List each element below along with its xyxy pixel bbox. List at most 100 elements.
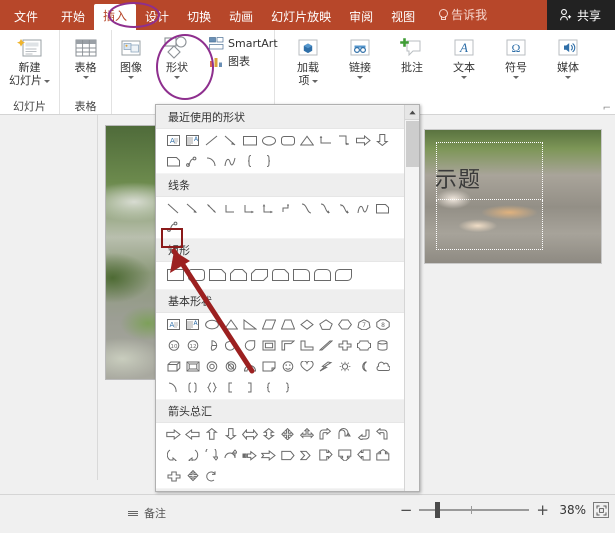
shape-notched-right-arrow[interactable] bbox=[259, 446, 278, 464]
shape-block-arc[interactable] bbox=[240, 357, 259, 375]
shape-snip-diagonal-corner-rectangle[interactable] bbox=[249, 266, 270, 284]
shape-oval[interactable] bbox=[259, 131, 278, 149]
shape-quad-arrow-callout[interactable] bbox=[183, 467, 202, 485]
chevron-down-icon[interactable] bbox=[461, 76, 467, 79]
shape-isosceles-triangle[interactable] bbox=[297, 131, 316, 149]
shape-up-down-arrow[interactable] bbox=[259, 425, 278, 443]
shape-bent-up-arrow[interactable] bbox=[373, 425, 392, 443]
shapes-row[interactable]: A A 7 8 bbox=[156, 313, 404, 336]
tab-insert[interactable]: 插入 bbox=[94, 4, 137, 30]
shape-sun[interactable] bbox=[335, 357, 354, 375]
shape-round-single-corner-rectangle[interactable] bbox=[291, 266, 312, 284]
tab-slideshow[interactable]: 幻灯片放映 bbox=[262, 5, 340, 30]
symbol-button[interactable]: Ω 符号 bbox=[493, 33, 539, 79]
shape-chevron[interactable] bbox=[297, 446, 316, 464]
shape-oval[interactable] bbox=[202, 315, 221, 333]
shape-cube[interactable] bbox=[164, 357, 183, 375]
shape-line[interactable] bbox=[164, 199, 183, 217]
shape-curved-connector-double-arrow[interactable] bbox=[335, 199, 354, 217]
shape-curved-down-arrow[interactable] bbox=[221, 446, 240, 464]
shape-rounded-rectangle[interactable] bbox=[278, 131, 297, 149]
chevron-down-icon[interactable] bbox=[174, 76, 180, 79]
shape-bevel[interactable] bbox=[183, 357, 202, 375]
shape-l-shape[interactable] bbox=[297, 336, 316, 354]
chevron-down-icon[interactable] bbox=[513, 76, 519, 79]
shape-curved-connector-arrow[interactable] bbox=[316, 199, 335, 217]
shape-right-arrow[interactable] bbox=[354, 131, 373, 149]
chevron-down-icon[interactable] bbox=[311, 80, 318, 83]
shape-down-arrow[interactable] bbox=[373, 131, 392, 149]
shape-double-bracket[interactable] bbox=[183, 378, 202, 396]
shape-round-same-side-corner-rectangle[interactable] bbox=[312, 266, 333, 284]
shape-curved-left-arrow[interactable] bbox=[183, 446, 202, 464]
shape-line-double-arrow[interactable] bbox=[202, 199, 221, 217]
shape-line-arrow[interactable] bbox=[183, 199, 202, 217]
shape-curved-connector-2[interactable] bbox=[297, 199, 316, 217]
shape-left-right-up-arrow[interactable] bbox=[297, 425, 316, 443]
share-button[interactable]: 共享 bbox=[546, 0, 615, 30]
shape-elbow-connector[interactable] bbox=[316, 131, 335, 149]
chart-button[interactable]: 图表 bbox=[209, 53, 278, 69]
notes-icon[interactable] bbox=[128, 510, 138, 516]
shape-down-arrow[interactable] bbox=[221, 425, 240, 443]
shapes-row[interactable]: 10 12 bbox=[156, 336, 404, 357]
shapes-row[interactable] bbox=[156, 423, 404, 446]
shape-lightning-bolt[interactable] bbox=[316, 357, 335, 375]
shape-line[interactable] bbox=[202, 131, 221, 149]
tab-file[interactable]: 文件 bbox=[0, 5, 52, 30]
shapes-row[interactable] bbox=[156, 446, 404, 467]
shape-text-box[interactable]: A bbox=[164, 315, 183, 333]
shape-rounded-rectangle[interactable] bbox=[186, 266, 207, 284]
tab-review[interactable]: 审阅 bbox=[340, 5, 382, 30]
shape-connector-elbow-arrow[interactable] bbox=[240, 199, 259, 217]
shape-parallelogram[interactable] bbox=[259, 315, 278, 333]
zoom-slider[interactable] bbox=[419, 502, 530, 518]
shape-no-symbol[interactable] bbox=[221, 357, 240, 375]
shape-double-brace[interactable] bbox=[202, 378, 221, 396]
slide-canvas[interactable]: 示题 bbox=[424, 129, 602, 264]
shapes-row[interactable] bbox=[156, 357, 404, 378]
comment-button[interactable]: 批注 bbox=[389, 33, 435, 74]
shape-right-brace[interactable] bbox=[259, 152, 278, 170]
shape-quad-arrow[interactable] bbox=[278, 425, 297, 443]
shape-rectangle-selected[interactable] bbox=[165, 266, 186, 284]
zoom-out-button[interactable]: − bbox=[400, 503, 413, 518]
shape-circular-arrow[interactable] bbox=[202, 467, 221, 485]
shape-dodecagon[interactable]: 12 bbox=[183, 336, 202, 354]
shape-connector-elbow[interactable] bbox=[221, 199, 240, 217]
tab-animations[interactable]: 动画 bbox=[220, 5, 262, 30]
shape-heart[interactable] bbox=[297, 357, 316, 375]
shape-diamond[interactable] bbox=[297, 315, 316, 333]
shape-freeform[interactable] bbox=[373, 199, 392, 217]
chevron-down-icon[interactable] bbox=[128, 76, 134, 79]
shape-up-arrow[interactable] bbox=[202, 425, 221, 443]
shape-snip-same-side-corner-rectangle[interactable] bbox=[228, 266, 249, 284]
shape-pentagon[interactable] bbox=[316, 315, 335, 333]
shape-right-arrow-callout[interactable] bbox=[316, 446, 335, 464]
shape-vertical-text-box[interactable]: A bbox=[183, 131, 202, 149]
shape-cross-arrow[interactable] bbox=[164, 467, 183, 485]
shape-round-diagonal-corner-rectangle[interactable] bbox=[333, 266, 354, 284]
chevron-down-icon[interactable] bbox=[357, 76, 363, 79]
scrollbar-thumb[interactable] bbox=[406, 121, 419, 167]
shape-right-arrow[interactable] bbox=[164, 425, 183, 443]
shapes-dropdown-scrollbar[interactable] bbox=[404, 105, 419, 491]
shape-left-arrow[interactable] bbox=[183, 425, 202, 443]
tab-design[interactable]: 设计 bbox=[136, 5, 178, 30]
shapes-row[interactable] bbox=[156, 152, 404, 173]
shape-curved-up-arrow[interactable] bbox=[202, 446, 221, 464]
tell-me-box[interactable]: 告诉我 bbox=[424, 0, 495, 30]
shape-rectangle[interactable] bbox=[240, 131, 259, 149]
shapes-row[interactable] bbox=[156, 378, 404, 399]
shape-curved-connector[interactable] bbox=[183, 152, 202, 170]
addins-button[interactable]: 加载 项 bbox=[285, 33, 331, 87]
shape-donut[interactable] bbox=[202, 357, 221, 375]
shape-bent-arrow[interactable] bbox=[316, 425, 335, 443]
shape-teardrop[interactable] bbox=[240, 336, 259, 354]
shapes-row[interactable]: A A bbox=[156, 129, 404, 152]
zoom-percent-label[interactable]: 38% bbox=[556, 503, 586, 517]
shape-scribble[interactable] bbox=[164, 217, 183, 235]
shape-left-up-arrow[interactable] bbox=[354, 425, 373, 443]
shape-folded-corner[interactable] bbox=[259, 357, 278, 375]
shape-arc-2[interactable] bbox=[164, 378, 183, 396]
